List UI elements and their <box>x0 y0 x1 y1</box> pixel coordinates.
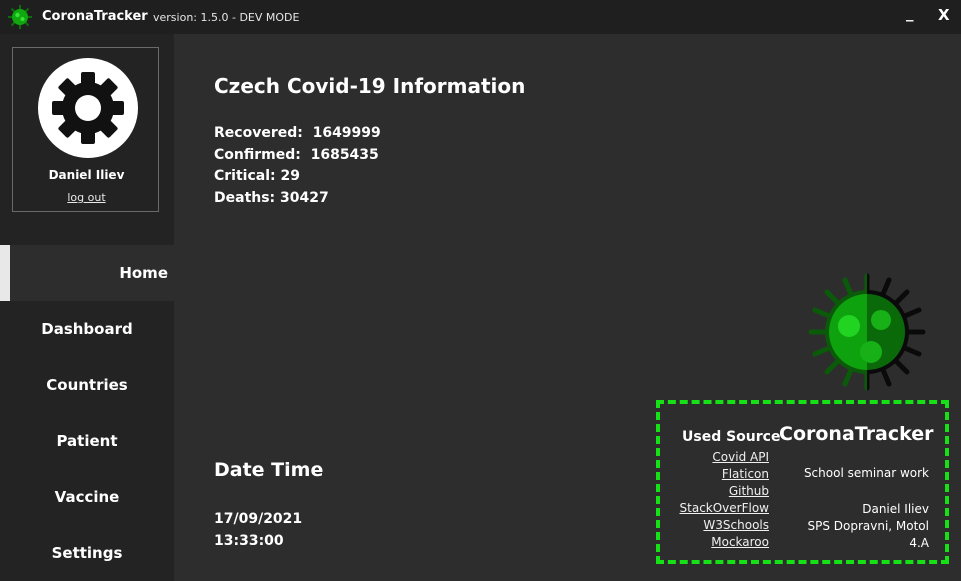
app-title: CoronaTracker <box>42 9 148 24</box>
virus-icon <box>808 273 926 391</box>
datetime-title: Date Time <box>214 459 324 481</box>
avatar <box>38 58 138 158</box>
sources-list: Covid API Flaticon Github StackOverFlow … <box>680 449 769 551</box>
class-name: 4.A <box>909 536 929 550</box>
nav-item-vaccine[interactable]: Vaccine <box>0 469 174 525</box>
version-label: version: 1.5.0 - DEV MODE <box>153 11 300 24</box>
source-link-github[interactable]: Github <box>680 483 769 500</box>
nav-item-settings[interactable]: Settings <box>0 525 174 581</box>
datetime-values: 17/09/2021 13:33:00 <box>214 508 302 552</box>
page-title: Czech Covid-19 Information <box>214 74 526 98</box>
brand-title: CoronaTracker <box>779 423 934 445</box>
nav-item-patient[interactable]: Patient <box>0 413 174 469</box>
nav-item-dashboard[interactable]: Dashboard <box>0 301 174 357</box>
sidebar: Daniel Iliev log out Home Dashboard Coun… <box>0 34 174 581</box>
close-button[interactable]: X <box>938 6 950 24</box>
school-name: SPS Dopravni, Motol <box>807 519 929 533</box>
nav-item-home[interactable]: Home <box>0 245 174 301</box>
credits-box: Used Source Covid API Flaticon Github St… <box>656 400 949 564</box>
title-bar: CoronaTracker version: 1.5.0 - DEV MODE … <box>0 0 961 34</box>
deaths-stat: Deaths: 30427 <box>214 189 329 206</box>
date-value: 17/09/2021 <box>214 511 303 527</box>
source-link-stackoverflow[interactable]: StackOverFlow <box>680 500 769 517</box>
covid-stats: Recovered: 1649999 Confirmed: 1685435 Cr… <box>214 123 381 209</box>
source-link-mockaroo[interactable]: Mockaroo <box>680 534 769 551</box>
nav-item-countries[interactable]: Countries <box>0 357 174 413</box>
user-name: Daniel Iliev <box>48 168 125 182</box>
virus-logo-icon <box>8 5 32 29</box>
logout-link[interactable]: log out <box>13 191 160 204</box>
time-value: 13:33:00 <box>214 533 284 549</box>
critical-stat: Critical: 29 <box>214 168 300 184</box>
author-info: Daniel Iliev SPS Dopravni, Motol 4.A <box>807 501 929 552</box>
minimize-button[interactable]: _ <box>906 4 914 22</box>
profile-card: Daniel Iliev log out <box>12 47 159 212</box>
source-link-flaticon[interactable]: Flaticon <box>680 466 769 483</box>
gear-icon <box>52 72 124 144</box>
confirmed-stat: Confirmed: 1685435 <box>214 146 379 163</box>
sources-title: Used Source <box>682 429 781 445</box>
brand-subtitle: School seminar work <box>803 466 929 480</box>
author-name: Daniel Iliev <box>862 502 929 516</box>
source-link-covid-api[interactable]: Covid API <box>680 449 769 466</box>
source-link-w3schools[interactable]: W3Schools <box>680 517 769 534</box>
recovered-stat: Recovered: 1649999 <box>214 125 381 141</box>
